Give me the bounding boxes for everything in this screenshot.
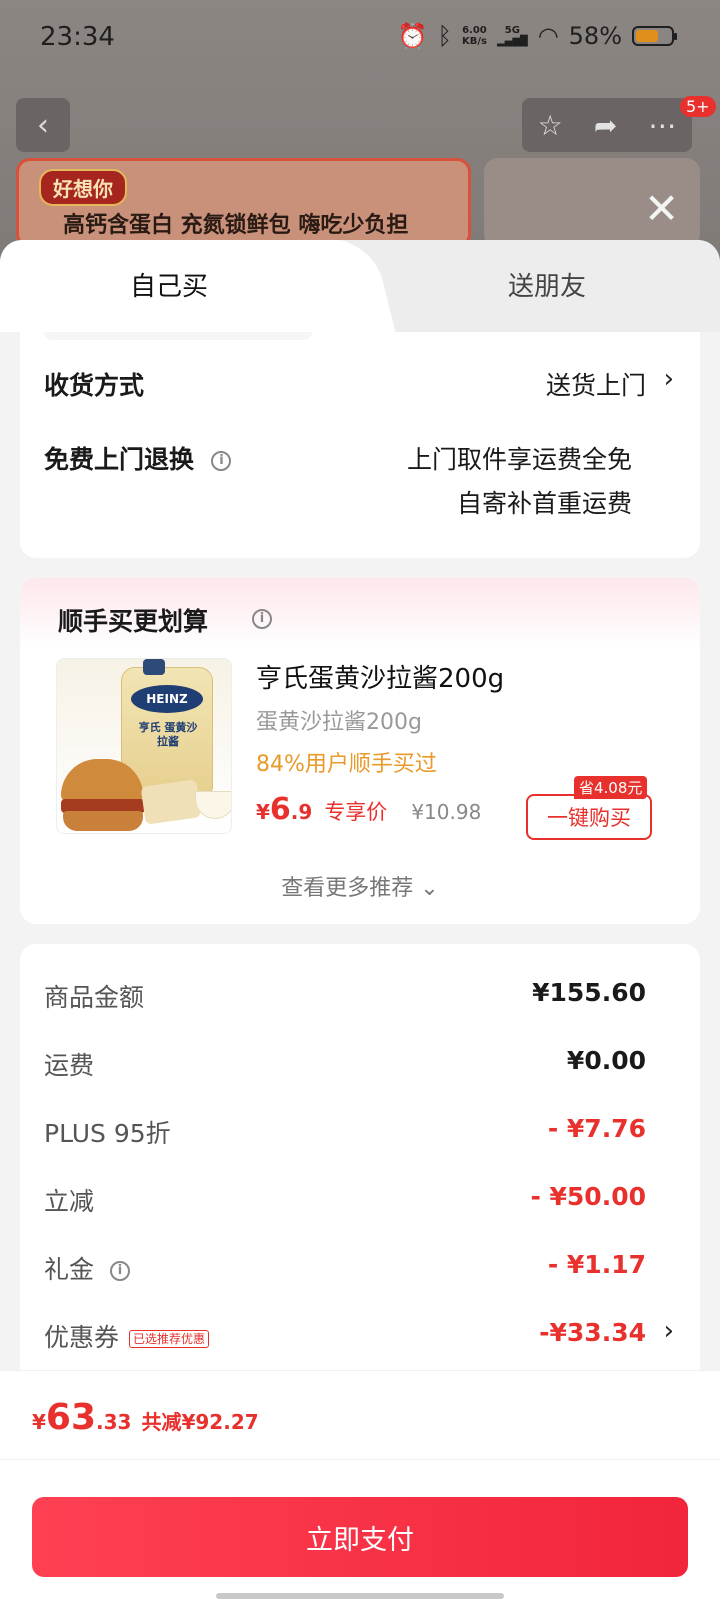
info-icon[interactable]: i xyxy=(252,608,272,629)
heinz-logo: HEINZ xyxy=(131,685,203,713)
total-decimal: .33 xyxy=(96,1410,132,1434)
product-name[interactable]: 亨氏蛋黄沙拉酱200g xyxy=(256,658,504,695)
signal-icon: 5G ▂▄▆█ xyxy=(496,25,528,47)
original-price: ¥10.98 xyxy=(411,800,482,824)
alarm-icon: ⏰ xyxy=(397,22,428,50)
chevron-right-icon[interactable]: › xyxy=(664,1316,674,1346)
fee-label-plus: PLUS 95折 xyxy=(44,1119,171,1148)
wifi-icon: ◠ xyxy=(537,22,559,50)
fee-value-instant: - ¥50.00 xyxy=(530,1182,646,1211)
product-banner: 好想你 高钙含蛋白 充氮锁鲜包 嗨吃少负担 xyxy=(16,158,471,248)
price-decimal: .9 xyxy=(290,800,313,824)
card-stub xyxy=(44,332,312,340)
addon-card: 顺手买更划算 i HEINZ 亨氏 蛋黄沙拉酱 亨氏蛋黄沙拉酱200g 蛋黄沙拉… xyxy=(20,578,700,924)
delivery-card: 收货方式 送货上门 › 免费上门退换 i 上门取件享运费全免 自寄补首重运费 xyxy=(20,332,700,558)
total-saved: 共减¥92.27 xyxy=(141,1410,259,1434)
product-image[interactable]: HEINZ 亨氏 蛋黄沙拉酱 xyxy=(56,658,232,834)
brand-logo: 好想你 xyxy=(39,169,127,206)
battery-icon xyxy=(632,26,677,46)
one-click-buy-button[interactable]: 一键购买 xyxy=(526,794,652,840)
more-icon[interactable]: ⋯ xyxy=(648,109,676,142)
signal-label: 5G xyxy=(504,25,520,36)
free-return-text: 免费上门退换 xyxy=(44,445,195,474)
gift-label-text: 礼金 xyxy=(44,1255,95,1284)
sauce-bowl xyxy=(195,791,231,819)
status-bar: 23:34 ⏰ ᛒ 6.00 KB/s 5G ▂▄▆█ ◠ 58% xyxy=(0,0,720,76)
pay-now-button[interactable]: 立即支付 xyxy=(32,1497,688,1577)
tab-label-friend: 送朋友 xyxy=(508,272,587,302)
total-price: ¥ 63 .33 共减¥92.27 xyxy=(32,1397,259,1438)
tab-label-self: 自己买 xyxy=(130,272,209,302)
chevron-left-icon: ‹ xyxy=(37,107,49,143)
share-icon[interactable]: ➦ xyxy=(594,109,617,142)
more-recommendations[interactable]: 查看更多推荐 ⌄ xyxy=(20,870,700,902)
star-icon[interactable]: ☆ xyxy=(538,109,563,142)
delivery-method-label: 收货方式 xyxy=(44,371,145,400)
pouch-label: 亨氏 蛋黄沙拉酱 xyxy=(138,721,198,748)
battery-percent: 58% xyxy=(568,22,622,50)
free-return-line1: 上门取件享运费全免 xyxy=(406,445,632,474)
close-icon[interactable]: ✕ xyxy=(644,184,679,233)
price-row: ¥ 6 .9 专享价 ¥10.98 xyxy=(256,792,481,827)
save-badge: 省4.08元 xyxy=(574,776,648,799)
chevron-down-icon: ⌄ xyxy=(420,876,439,901)
banner-text: 高钙含蛋白 充氮锁鲜包 嗨吃少负担 xyxy=(63,213,409,238)
fee-label-coupon[interactable]: 优惠券 已选推荐优惠 xyxy=(44,1318,210,1354)
product-spec: 蛋黄沙拉酱200g xyxy=(256,710,422,735)
status-time: 23:34 xyxy=(40,22,115,52)
fee-label-shipping: 运费 xyxy=(44,1051,95,1080)
info-icon[interactable]: i xyxy=(211,451,232,471)
addon-title: 顺手买更划算 xyxy=(58,607,209,636)
fee-label-gift: 礼金 i xyxy=(44,1250,130,1286)
free-return-label: 免费上门退换 i xyxy=(44,440,232,476)
price-integer: 6 xyxy=(269,792,291,827)
net-speed-unit: KB/s xyxy=(461,36,487,47)
price-tag: 专享价 xyxy=(324,800,388,824)
social-proof: 84%用户顺手买过 xyxy=(256,752,437,777)
free-return-line2: 自寄补首重运费 xyxy=(456,489,632,518)
fee-value-shipping: ¥0.00 xyxy=(566,1046,646,1075)
net-speed-value: 6.00 xyxy=(462,25,487,36)
fee-summary-card: 商品金额 ¥155.60 运费 ¥0.00 PLUS 95折 - ¥7.76 立… xyxy=(20,944,700,1384)
info-icon[interactable]: i xyxy=(109,1261,130,1281)
bluetooth-icon: ᛒ xyxy=(437,22,452,50)
price-currency: ¥ xyxy=(256,800,270,824)
pouch-cap xyxy=(143,659,165,675)
burger-bottom xyxy=(63,811,143,831)
top-actions: ☆ ➦ ⋯ xyxy=(522,98,692,152)
fee-value-goods: ¥155.60 xyxy=(532,978,646,1007)
bottom-bar: ¥ 63 .33 共减¥92.27 立即支付 xyxy=(0,1370,720,1600)
chevron-right-icon[interactable]: › xyxy=(664,364,674,394)
status-icons: ⏰ ᛒ 6.00 KB/s 5G ▂▄▆█ ◠ 58% xyxy=(397,22,677,50)
more-reco-label: 查看更多推荐 xyxy=(281,876,414,901)
fee-value-gift: - ¥1.17 xyxy=(547,1250,646,1279)
home-indicator[interactable] xyxy=(216,1593,504,1599)
sandwich xyxy=(140,779,202,825)
tab-bar: 自己买 送朋友 xyxy=(0,240,720,332)
coupon-tag: 已选推荐优惠 xyxy=(129,1330,210,1348)
total-integer: 63 xyxy=(45,1397,97,1438)
fee-value-plus: - ¥7.76 xyxy=(547,1114,646,1143)
divider xyxy=(0,1459,720,1460)
coupon-label-text: 优惠券 xyxy=(44,1323,120,1352)
fee-value-coupon[interactable]: -¥33.34 xyxy=(539,1318,646,1347)
notification-badge: 5+ xyxy=(680,96,716,117)
fee-label-instant: 立减 xyxy=(44,1187,95,1216)
back-button[interactable]: ‹ xyxy=(16,98,70,152)
total-currency: ¥ xyxy=(32,1410,46,1434)
fee-label-goods: 商品金额 xyxy=(44,983,145,1012)
delivery-method-value[interactable]: 送货上门 xyxy=(546,366,646,402)
net-speed: 6.00 KB/s xyxy=(462,25,487,47)
